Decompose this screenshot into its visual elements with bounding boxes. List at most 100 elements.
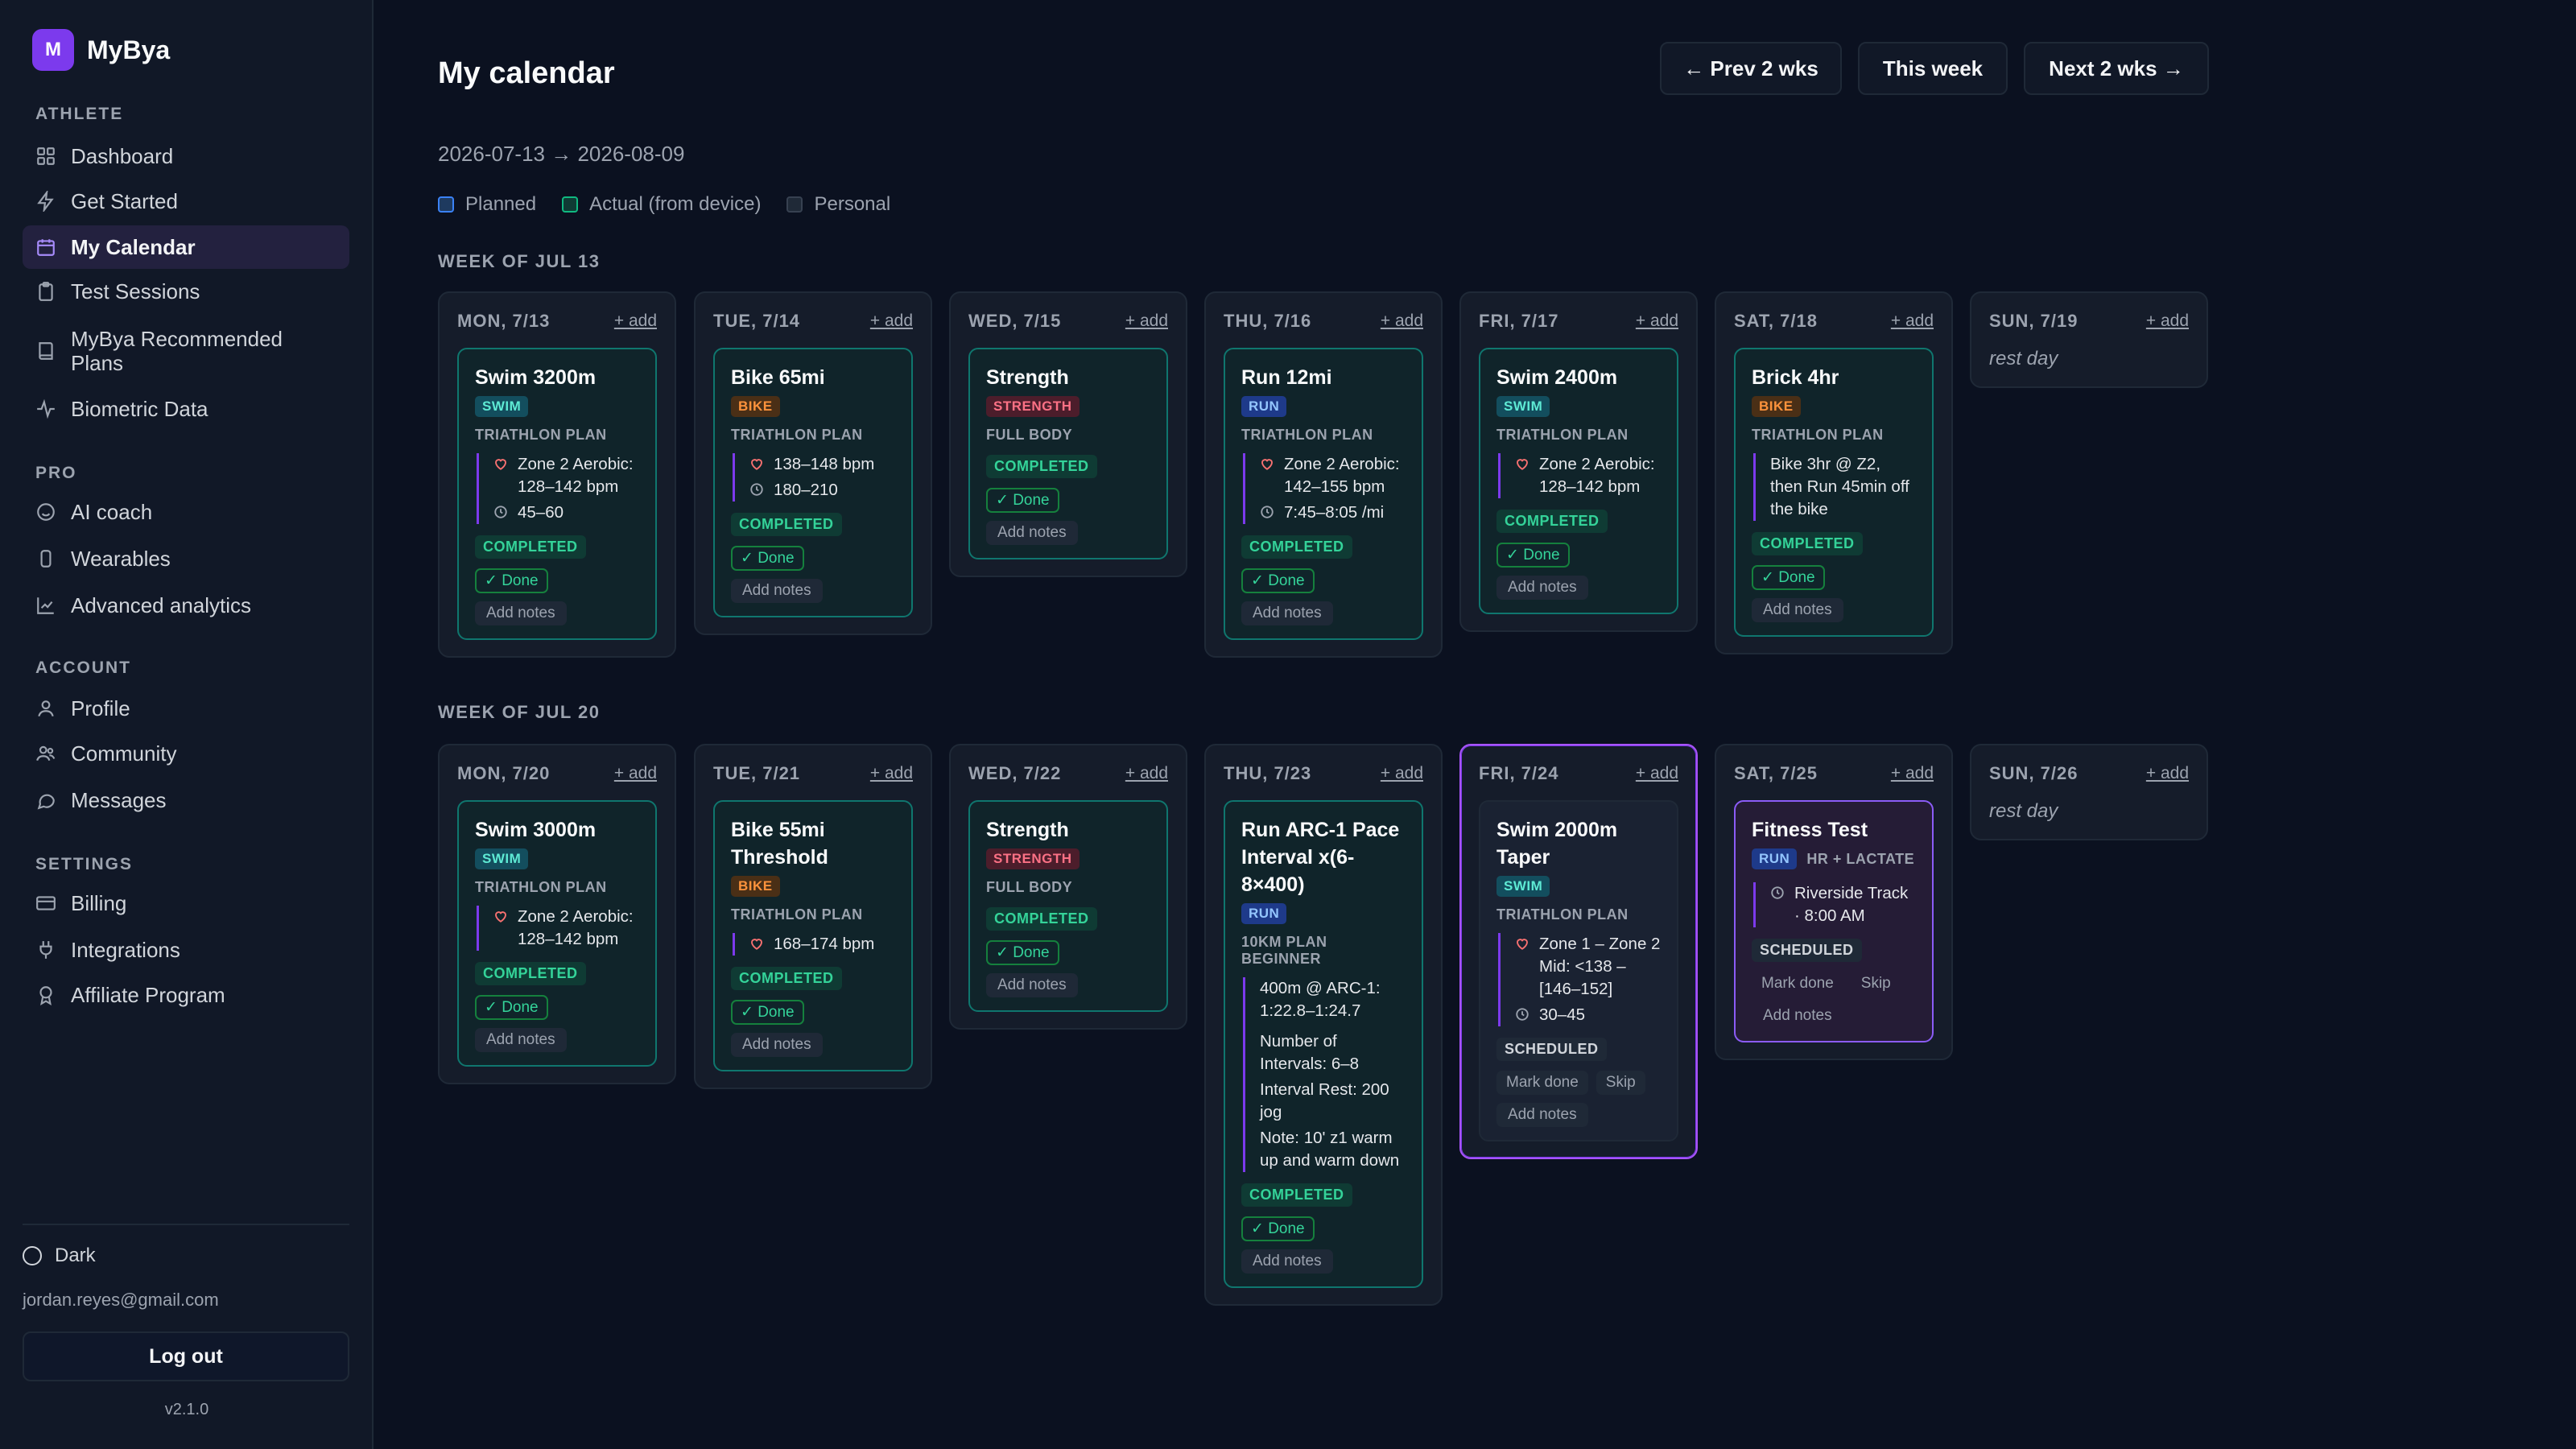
add-workout-link[interactable]: + add [870,312,913,331]
sidebar-item-advanced-analytics[interactable]: Advanced analytics [23,586,349,625]
status-badge: COMPLETED [731,513,842,536]
sidebar-item-messages[interactable]: Messages [23,781,349,819]
done-button[interactable]: ✓ Done [731,546,804,571]
workout-card[interactable]: Bike 65mi BIKE TRIATHLON PLAN 138–148 bp… [713,348,913,617]
sidebar-item-get-started[interactable]: Get Started [23,182,349,221]
add-workout-link[interactable]: + add [614,764,657,783]
sidebar-item-my-calendar[interactable]: My Calendar [23,225,349,269]
add-workout-link[interactable]: + add [2146,312,2189,331]
theme-toggle[interactable]: Dark [23,1245,96,1267]
add-notes-button[interactable]: Add notes [475,1028,567,1052]
next-weeks-button[interactable]: Next 2 wks → [2024,42,2209,95]
bolt-icon [35,191,56,212]
sidebar-item-ai-coach[interactable]: AI coach [23,493,349,531]
add-notes-button[interactable]: Add notes [731,579,823,603]
workout-card[interactable]: Swim 2400m SWIM TRIATHLON PLAN Zone 2 Ae… [1479,348,1678,614]
done-button[interactable]: ✓ Done [1241,568,1315,593]
workout-title: Run ARC-1 Pace Interval x(6-8×400) [1241,819,1400,896]
add-workout-link[interactable]: + add [870,764,913,783]
sidebar-item-label: Integrations [71,937,180,962]
done-button[interactable]: ✓ Done [986,940,1059,965]
workout-card[interactable]: Strength STRENGTH FULL BODY COMPLETED ✓ … [968,348,1168,559]
brand-name: MyBya [87,35,171,64]
done-button[interactable]: ✓ Done [731,1000,804,1025]
add-notes-button[interactable]: Add notes [1752,598,1843,622]
add-notes-button[interactable]: Add notes [986,973,1078,997]
add-workout-link[interactable]: + add [1636,312,1678,331]
add-workout-link[interactable]: + add [1381,764,1423,783]
fitness-test-card[interactable]: Fitness Test RUN HR + LACTATE Riverside T… [1734,800,1934,1042]
add-workout-link[interactable]: + add [614,312,657,331]
done-button[interactable]: ✓ Done [986,488,1059,513]
sidebar-item-integrations[interactable]: Integrations [23,931,349,969]
workout-card[interactable]: Run ARC-1 Pace Interval x(6-8×400) RUN 1… [1224,800,1423,1288]
brand[interactable]: M MyBya [32,29,170,71]
legend-item-actual[interactable]: Actual (from device) [562,193,761,216]
add-notes-button[interactable]: Add notes [986,521,1078,545]
add-workout-link[interactable]: + add [1891,312,1934,331]
sidebar-item-recommended-plans[interactable]: MyBya Recommended Plans [23,320,349,382]
done-button[interactable]: ✓ Done [1752,565,1825,590]
sidebar-item-profile[interactable]: Profile [23,689,349,728]
sidebar-item-billing[interactable]: Billing [23,884,349,923]
status-badge: COMPLETED [731,967,842,990]
sidebar-item-biometric-data[interactable]: Biometric Data [23,390,349,428]
sidebar-item-wearables[interactable]: Wearables [23,539,349,578]
sidebar-item-label: Advanced analytics [71,592,252,617]
done-button[interactable]: ✓ Done [475,568,548,593]
sidebar-item-affiliate-program[interactable]: Affiliate Program [23,976,349,1014]
sidebar-item-dashboard[interactable]: Dashboard [23,137,349,175]
workout-description: Bike 3hr @ Z2, then Run 45min off the bi… [1770,455,1909,518]
done-button[interactable]: ✓ Done [1496,543,1570,568]
add-notes-button[interactable]: Add notes [475,601,567,625]
week-label: WEEK OF JUL 20 [438,702,601,722]
skip-button[interactable]: Skip [1852,972,1901,996]
skip-button[interactable]: Skip [1596,1071,1645,1095]
add-notes-button[interactable]: Add notes [1241,601,1333,625]
add-workout-link[interactable]: + add [1636,764,1678,783]
workout-card[interactable]: Swim 3000m SWIM TRIATHLON PLAN Zone 2 Ae… [457,800,657,1067]
mark-done-button[interactable]: Mark done [1496,1071,1588,1095]
add-workout-link[interactable]: + add [1125,312,1168,331]
add-notes-button[interactable]: Add notes [1496,576,1588,600]
sidebar-item-test-sessions[interactable]: Test Sessions [23,272,349,311]
done-button[interactable]: ✓ Done [1241,1216,1315,1241]
workout-card[interactable]: Bike 55mi Threshold BIKE TRIATHLON PLAN … [713,800,913,1071]
logout-button[interactable]: Log out [23,1331,349,1381]
add-notes-button[interactable]: Add notes [1496,1103,1588,1127]
add-workout-link[interactable]: + add [1125,764,1168,783]
this-week-button[interactable]: This week [1858,42,2008,95]
heart-icon [1260,456,1276,471]
prev-weeks-button[interactable]: ← Prev 2 wks [1660,42,1842,95]
heart-icon [749,936,766,951]
plan-name: FULL BODY [986,879,1073,895]
add-workout-link[interactable]: + add [1381,312,1423,331]
workout-card[interactable]: Strength STRENGTH FULL BODY COMPLETED ✓ … [968,800,1168,1012]
workout-card[interactable]: Swim 3200m SWIM TRIATHLON PLAN Zone 2 Ae… [457,348,657,640]
date-range: 2026-07-13 → 2026-08-09 [438,142,685,166]
workout-card[interactable]: Run 12mi RUN TRIATHLON PLAN Zone 2 Aerob… [1224,348,1423,640]
interval-pace: 400m @ ARC-1: 1:22.8–1:24.7 [1260,979,1381,1020]
clock-icon [493,505,510,519]
add-notes-button[interactable]: Add notes [1241,1249,1333,1274]
sidebar-item-community[interactable]: Community [23,734,349,773]
day-column: TUE, 7/21 + add Bike 55mi Threshold BIKE … [694,744,932,1089]
legend-item-personal[interactable]: Personal [786,193,890,216]
day-column: THU, 7/23 + add Run ARC-1 Pace Interval x… [1204,744,1443,1306]
add-notes-button[interactable]: Add notes [1752,1004,1843,1028]
done-button[interactable]: ✓ Done [475,995,548,1020]
legend-item-planned[interactable]: Planned [438,193,536,216]
add-workout-link[interactable]: + add [2146,764,2189,783]
mark-done-button[interactable]: Mark done [1752,972,1843,996]
sport-tag: SWIM [1496,396,1550,417]
workout-details: Zone 1 – Zone 2 Mid: <138 – [146–152] 30… [1498,933,1661,1026]
add-notes-button[interactable]: Add notes [731,1033,823,1057]
workout-card[interactable]: Swim 2000m Taper SWIM TRIATHLON PLAN Zon… [1479,800,1678,1141]
sidebar-item-label: Community [71,741,177,766]
sport-tag: STRENGTH [986,396,1080,417]
status-badge: SCHEDULED [1496,1038,1607,1061]
clipboard-icon [35,281,56,302]
workout-card[interactable]: Brick 4hr BIKE TRIATHLON PLAN Bike 3hr @… [1734,348,1934,637]
add-workout-link[interactable]: + add [1891,764,1934,783]
workout-details: Zone 2 Aerobic: 142–155 bpm 7:45–8:05 /m… [1243,453,1406,524]
